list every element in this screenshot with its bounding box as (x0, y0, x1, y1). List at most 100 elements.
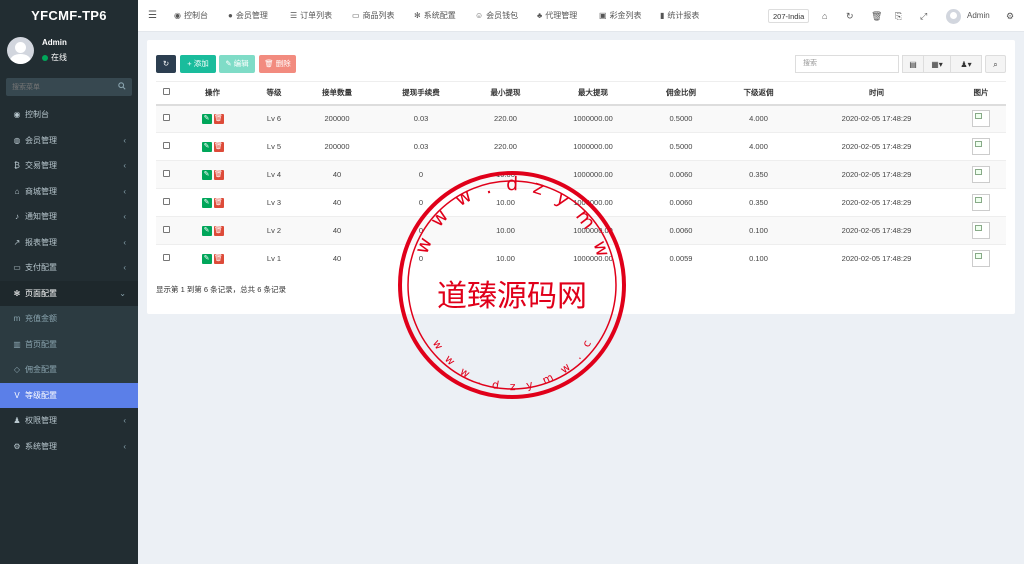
broken-image-icon[interactable] (972, 194, 990, 211)
cell-min: 10.00 (467, 188, 544, 217)
add-button[interactable]: + 添加 (180, 55, 216, 73)
sidebar-item[interactable]: ▥ 首页配置 (0, 331, 138, 357)
sidebar-item[interactable]: m 充值金额 (0, 306, 138, 332)
sidebar-item[interactable]: ₿ 交易管理 ‹ (0, 153, 138, 179)
select-all-checkbox[interactable] (156, 81, 176, 106)
row-checkbox-cell[interactable] (156, 188, 176, 217)
home-icon[interactable]: ⌂ (822, 0, 827, 32)
chevron-left-icon: ‹ (123, 212, 126, 221)
sidebar-item[interactable]: V 等级配置 (0, 382, 138, 408)
row-checkbox-cell[interactable] (156, 160, 176, 189)
settings-gears-icon[interactable]: ⚙ (1006, 0, 1014, 32)
topnav-item[interactable]: ☰ 订单列表 (290, 0, 332, 32)
brand-logo[interactable]: YFCMF-TP6 (0, 0, 138, 32)
row-checkbox[interactable] (162, 114, 170, 122)
edit-icon[interactable]: ✎ (201, 113, 212, 124)
delete-icon[interactable]: 🗑 (213, 141, 224, 152)
sidebar-item[interactable]: ◉ 控制台 (0, 102, 138, 128)
dashboard-icon: ◉ (174, 11, 181, 20)
sidebar-item[interactable]: ▭ 支付配置 ‹ (0, 255, 138, 281)
row-checkbox[interactable] (162, 226, 170, 233)
cell-rebate: 0.350 (720, 160, 797, 189)
row-checkbox-cell[interactable] (156, 104, 176, 133)
broken-image-icon[interactable] (972, 166, 990, 183)
sidebar-item[interactable]: ✻ 页面配置 ⌄ (0, 280, 138, 306)
topnav-item[interactable]: ● 会员管理 (228, 0, 268, 32)
row-actions: ✎ 🗑 (176, 188, 249, 217)
sidebar-search-input[interactable] (6, 78, 116, 96)
sidebar-item[interactable]: ⚙ 系统管理 ‹ (0, 434, 138, 460)
cell-level: Lv 6 (249, 104, 299, 133)
topnav-label: 统计报表 (667, 11, 700, 20)
line-chart-icon: ↗ (13, 237, 21, 247)
topnav-item[interactable]: ▭ 商品列表 (352, 0, 395, 32)
table-search-input[interactable]: 搜索 (795, 55, 899, 73)
row-checkbox[interactable] (162, 142, 170, 149)
edit-icon[interactable]: ✎ (201, 169, 212, 180)
level-table: 操作 等级 接单数量 提现手续费 最小提现 最大提现 佣金比例 下级返佣 时间 图片 ✎ 🗑 Lv 6… (156, 81, 1006, 273)
delete-icon[interactable]: 🗑 (213, 225, 224, 236)
export-dropdown-icon[interactable]: ♟▾ (950, 55, 982, 73)
fullscreen-icon[interactable]: ⤢ (920, 0, 927, 32)
edit-icon[interactable]: ✎ (201, 253, 212, 264)
edit-icon[interactable]: ✎ (201, 141, 212, 152)
table-row[interactable]: ✎ 🗑 Lv 5 200000 0.03 220.00 1000000.00 0.5000 4.… (156, 132, 1006, 161)
delete-icon[interactable]: 🗑 (213, 197, 224, 208)
cell-time: 2020-02-05 17:48:29 (797, 188, 956, 217)
row-checkbox-cell[interactable] (156, 132, 176, 161)
advanced-search-icon[interactable]: ⌕ (985, 55, 1006, 73)
topnav-item[interactable]: ✻ 系统配置 (414, 0, 456, 32)
cell-max: 1000000.00 (544, 132, 642, 161)
delete-icon[interactable]: 🗑 (213, 253, 224, 264)
checkbox[interactable] (162, 88, 170, 96)
broken-image-icon[interactable] (972, 222, 990, 239)
topnav-item[interactable]: ▮ 统计报表 (660, 0, 699, 32)
admin-avatar[interactable] (946, 9, 961, 24)
edit-icon[interactable]: ✎ (201, 225, 212, 236)
hamburger-icon[interactable]: ☰ (148, 0, 157, 32)
delete-icon[interactable]: 🗑 (213, 113, 224, 124)
topnav-item[interactable]: ☺ 会员钱包 (475, 0, 518, 32)
refresh-icon[interactable]: ↻ (846, 0, 854, 32)
column-header: 提现手续费 (375, 81, 467, 106)
refresh-button[interactable]: ↻ (156, 55, 176, 73)
edit-button[interactable]: ✎ 编辑 (219, 55, 255, 73)
topnav-item[interactable]: ▣ 彩金列表 (599, 0, 642, 32)
row-checkbox[interactable] (162, 198, 170, 205)
broken-image-icon[interactable] (972, 250, 990, 268)
table-row[interactable]: ✎ 🗑 Lv 2 40 0 10.00 1000000.00 0.0060 0.100 2020-… (156, 216, 1006, 245)
table-row[interactable]: ✎ 🗑 Lv 4 40 0 10.00 1000000.00 0.0060 0.350 2020-… (156, 160, 1006, 189)
columns-dropdown-icon[interactable]: ▦▾ (923, 55, 951, 73)
search-icon[interactable] (118, 82, 126, 90)
sidebar-item[interactable]: ♟ 权限管理 ‹ (0, 408, 138, 434)
cell-fee: 0.03 (375, 132, 467, 161)
table-row[interactable]: ✎ 🗑 Lv 3 40 0 10.00 1000000.00 0.0060 0.350 2020-… (156, 188, 1006, 217)
row-checkbox[interactable] (162, 170, 170, 177)
cell-ratio: 0.0060 (642, 216, 720, 245)
user-status-text: 在线 (51, 53, 67, 62)
language-select[interactable]: 207-India (768, 9, 810, 23)
sidebar-item[interactable]: ♪ 通知管理 ‹ (0, 204, 138, 230)
toggle-view-icon[interactable]: ▤ (902, 55, 924, 73)
trash-icon[interactable]: 🗑 (871, 0, 882, 32)
sidebar-item[interactable]: ◇ 佣金配置 (0, 357, 138, 383)
admin-name[interactable]: Admin (967, 0, 990, 32)
cell-rebate: 0.100 (720, 244, 797, 273)
topnav-item[interactable]: ◉ 控制台 (174, 0, 208, 32)
delete-icon[interactable]: 🗑 (213, 169, 224, 180)
sitemap-icon: ♣ (537, 11, 543, 20)
sidebar-item[interactable]: ↗ 报表管理 ‹ (0, 230, 138, 256)
row-checkbox-cell[interactable] (156, 244, 176, 273)
sidebar-item[interactable]: ⌂ 商城管理 ‹ (0, 179, 138, 205)
delete-button[interactable]: 🗑 删除 (259, 55, 296, 73)
table-row[interactable]: ✎ 🗑 Lv 1 40 0 10.00 1000000.00 0.0059 0.100 2020-… (156, 244, 1006, 273)
topnav-item[interactable]: ♣ 代理管理 (537, 0, 577, 32)
language-icon[interactable]: ⎘ (895, 0, 902, 32)
row-checkbox-cell[interactable] (156, 216, 176, 245)
edit-icon[interactable]: ✎ (201, 197, 212, 208)
row-checkbox[interactable] (162, 254, 170, 262)
sidebar-item[interactable]: ◍ 会员管理 ‹ (0, 128, 138, 154)
broken-image-icon[interactable] (972, 138, 990, 155)
table-row[interactable]: ✎ 🗑 Lv 6 200000 0.03 220.00 1000000.00 0.5000 4.… (156, 104, 1006, 133)
broken-image-icon[interactable] (972, 110, 990, 128)
